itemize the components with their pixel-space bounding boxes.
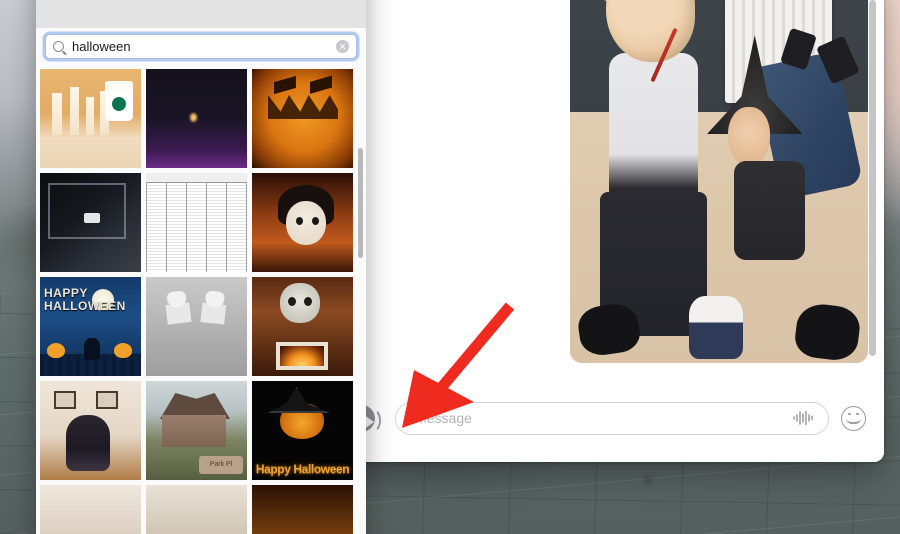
doll-eye-right [312,217,319,225]
doll-eye-left [296,217,303,225]
image-result-15[interactable] [252,485,353,534]
emoji-eye-left [848,413,851,416]
emoji-mouth [846,418,861,424]
search-input[interactable]: halloween [45,34,357,59]
composer-bar: iMessage [330,374,884,462]
image-result-10[interactable] [40,381,141,480]
image-result-7[interactable]: HAPPY HALLOWEEN [40,277,141,376]
photo-sandal [689,296,743,359]
conversation-scrollbar[interactable] [869,0,876,356]
image-grid-scrollbar[interactable] [358,148,363,258]
house-body [162,415,226,447]
image-result-9[interactable] [252,277,353,376]
image-result-7-text: HAPPY HALLOWEEN [44,287,137,313]
imessage-placeholder: iMessage [412,410,792,426]
black-cat [84,338,100,360]
photo-woman-face [728,107,770,165]
image-result-14[interactable] [146,485,247,534]
audio-waveform-icon[interactable] [792,410,814,426]
image-result-12[interactable]: Happy Halloween [252,381,353,480]
images-picker-popover: halloween HAPPY HALLOWEEN [36,0,366,534]
search-bar-container: halloween [36,28,366,68]
image-result-11-text: Park Pl Apartments [199,456,243,474]
messages-window: Delivered iMessage [330,0,884,462]
emoji-picker-button[interactable] [841,406,866,431]
search-input-value: halloween [72,39,336,54]
image-result-4[interactable] [40,173,141,272]
pumpkin-right [114,343,132,358]
skull-face [280,283,320,323]
conversation-transcript[interactable]: Delivered [330,0,884,374]
magnifier-icon [53,41,64,52]
image-result-6[interactable] [252,173,353,272]
doll-head [286,201,326,245]
image-result-3[interactable] [252,69,353,168]
person-in-costume [66,415,110,471]
image-result-2[interactable] [146,69,247,168]
picture-frame-right [96,391,118,409]
image-result-5[interactable] [146,173,247,272]
image-result-13[interactable] [40,485,141,534]
sent-photo-message[interactable] [570,0,868,363]
picture-frame-left [54,391,76,409]
emoji-eye-right [856,413,859,416]
skeleton-right [196,290,227,362]
image-result-11[interactable]: Park Pl Apartments [146,381,247,480]
image-result-12-text: Happy Halloween [254,462,351,476]
fireplace-fire [276,342,328,370]
photo-woman-body [734,161,806,260]
pumpkin-left [47,343,65,358]
imessage-input[interactable]: iMessage [395,402,829,435]
clear-search-button[interactable] [336,40,349,53]
image-results-grid[interactable]: HAPPY HALLOWEEN Park Pl Apartments [36,65,366,534]
skeleton-left [164,290,196,362]
starbucks-logo [112,97,126,111]
image-result-1[interactable] [40,69,141,168]
witch-hat-shape [268,387,330,413]
image-result-8[interactable] [146,277,247,376]
